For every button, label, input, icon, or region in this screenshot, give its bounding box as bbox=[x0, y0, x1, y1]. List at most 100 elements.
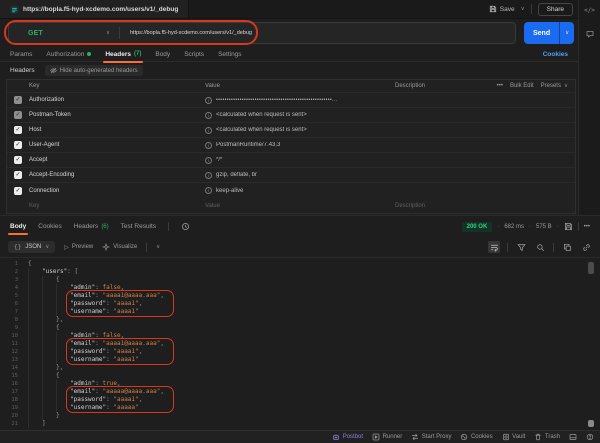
header-checkbox[interactable]: ✓ bbox=[14, 111, 22, 119]
header-key[interactable]: User-Agent bbox=[29, 142, 205, 148]
response-tab-body[interactable]: Body bbox=[10, 219, 26, 234]
header-value-cell[interactable]: igzip, deflate, br bbox=[205, 172, 395, 179]
hide-auto-generated-headers-button[interactable]: Hide auto-generated headers bbox=[45, 65, 143, 76]
header-value-cell[interactable]: i<calculated when request is sent> bbox=[205, 127, 395, 134]
code-snippet-icon[interactable]: </> bbox=[584, 7, 595, 14]
header-checkbox[interactable]: ✓ bbox=[14, 156, 22, 164]
cookies-link[interactable]: Cookies bbox=[543, 51, 568, 58]
method-selector[interactable]: GET ∨ bbox=[9, 30, 119, 37]
response-more-options-icon[interactable]: ••• bbox=[584, 224, 590, 230]
header-key[interactable]: Accept-Encoding bbox=[29, 172, 205, 178]
copy-icon bbox=[563, 243, 572, 252]
filter-button[interactable] bbox=[515, 241, 527, 253]
response-time[interactable]: 682 ms bbox=[504, 224, 524, 230]
response-tab-cookies[interactable]: Cookies bbox=[38, 219, 61, 234]
header-row-user-agent[interactable]: ✓ User-AgentiPostmanRuntime/7.43.3 bbox=[7, 138, 575, 153]
header-checkbox[interactable]: ✓ bbox=[14, 126, 22, 134]
header-key[interactable]: Connection bbox=[29, 188, 205, 194]
indent-guide bbox=[28, 292, 42, 300]
copy-button[interactable] bbox=[561, 241, 573, 253]
indent-guide bbox=[56, 308, 70, 316]
request-tab-params[interactable]: Params bbox=[10, 47, 32, 62]
comments-icon[interactable] bbox=[586, 30, 594, 38]
header-checkbox[interactable]: ✓ bbox=[14, 96, 22, 104]
header-key[interactable]: Postman-Token bbox=[29, 112, 205, 118]
request-tab-settings[interactable]: Settings bbox=[218, 47, 242, 62]
response-body-viewer[interactable]: 1{2"users": [3{4"admin": false,5"email":… bbox=[0, 260, 600, 430]
header-value-cell[interactable]: iPostmanRuntime/7.43.3 bbox=[205, 142, 395, 149]
vault-button[interactable]: Vault bbox=[502, 433, 526, 441]
link-icon-button[interactable] bbox=[580, 241, 592, 253]
indent-guide bbox=[28, 364, 42, 372]
code-line: 14}, bbox=[0, 364, 600, 372]
header-value-cell[interactable]: i•••••••••••••••••••••••••••••••••••••••… bbox=[205, 97, 395, 104]
request-icon bbox=[10, 5, 19, 14]
request-tab-authorization[interactable]: Authorization bbox=[46, 47, 91, 62]
header-key[interactable]: Authorization bbox=[29, 97, 205, 103]
preview-button[interactable]: ▷ Preview bbox=[64, 244, 93, 251]
line-content: "email": "aaaaa@aaaa.aaa", bbox=[28, 388, 164, 396]
more-options-icon[interactable]: ••• bbox=[497, 83, 503, 89]
response-tab-test-results[interactable]: Test Results bbox=[121, 219, 156, 234]
response-history-icon[interactable] bbox=[181, 222, 190, 231]
send-options-chevron-icon[interactable]: ∨ bbox=[559, 22, 574, 44]
header-row-accept-encoding[interactable]: ✓ Accept-Encodingigzip, deflate, br bbox=[7, 168, 575, 183]
header-value-cell[interactable]: i<calculated when request is sent> bbox=[205, 112, 395, 119]
bulk-edit-button[interactable]: Bulk Edit bbox=[510, 83, 534, 89]
key-placeholder[interactable]: Key bbox=[29, 203, 205, 209]
line-number: 4 bbox=[0, 284, 18, 292]
visualize-chevron-icon[interactable]: ∨ bbox=[156, 244, 160, 250]
help-icon[interactable] bbox=[586, 433, 594, 441]
header-row-host[interactable]: ✓ Hosti<calculated when request is sent> bbox=[7, 123, 575, 138]
presets-dropdown[interactable]: Presets ∨ bbox=[541, 83, 568, 89]
header-row-postman-token[interactable]: ✓ Postman-Tokeni<calculated when request … bbox=[7, 108, 575, 123]
scrollbar-thumb[interactable] bbox=[588, 420, 594, 427]
wrap-lines-icon bbox=[490, 243, 499, 252]
json-key: "admin" bbox=[70, 380, 95, 388]
header-key[interactable]: Accept bbox=[29, 157, 205, 163]
panel-toggle-icon[interactable] bbox=[569, 433, 577, 441]
request-tab-headers[interactable]: Headers(7) bbox=[105, 47, 141, 62]
request-tab-body[interactable]: Body bbox=[155, 47, 170, 62]
save-menu-chevron-icon[interactable]: ∨ bbox=[521, 6, 525, 12]
header-checkbox[interactable]: ✓ bbox=[14, 187, 22, 195]
json-punctuation: }, bbox=[56, 364, 63, 372]
description-placeholder[interactable]: Description bbox=[395, 203, 575, 209]
header-key[interactable]: Host bbox=[29, 127, 205, 133]
start-proxy-button[interactable]: Start Proxy bbox=[411, 433, 451, 441]
header-value-cell[interactable]: i*/* bbox=[205, 157, 395, 164]
indent-guide bbox=[56, 300, 70, 308]
postbot-button[interactable]: Postbot bbox=[332, 433, 363, 441]
header-checkbox[interactable]: ✓ bbox=[14, 171, 22, 179]
divider bbox=[146, 243, 147, 252]
save-button[interactable]: Save bbox=[489, 5, 515, 13]
header-row-accept[interactable]: ✓ Accepti*/* bbox=[7, 153, 575, 168]
header-checkbox[interactable]: ✓ bbox=[14, 141, 22, 149]
header-row-authorization[interactable]: ✓ Authorizationi•••••••••••••••••••••••••… bbox=[7, 93, 575, 108]
response-tab-headers[interactable]: Headers(6) bbox=[74, 219, 109, 234]
code-line: 13"username": "aaaa1" bbox=[0, 356, 600, 364]
scrollbar-thumb[interactable] bbox=[588, 262, 594, 274]
runner-button[interactable]: Runner bbox=[372, 433, 402, 441]
headers-table-header: Key Value Description ••• Bulk Edit Pres… bbox=[7, 80, 575, 93]
json-value: "aaaaa" bbox=[113, 404, 138, 412]
value-placeholder[interactable]: Value bbox=[205, 203, 395, 209]
trash-button[interactable]: Trash bbox=[534, 433, 560, 441]
new-header-row[interactable]: Key Value Description bbox=[7, 198, 575, 213]
response-format-dropdown[interactable]: {} JSON ∨ bbox=[8, 241, 55, 253]
cookies-button[interactable]: Cookies bbox=[460, 433, 492, 441]
status-badge[interactable]: 200 OK bbox=[462, 222, 493, 232]
open-request-tab[interactable]: https://bopla.f5-hyd-xcdemo.com/users/v1… bbox=[0, 0, 189, 18]
search-button[interactable] bbox=[534, 241, 546, 253]
url-input[interactable]: https://bopla.f5-hyd-xcdemo.com/users/v1… bbox=[120, 30, 252, 36]
response-size[interactable]: 575 B bbox=[536, 224, 552, 230]
share-button[interactable]: Share bbox=[538, 3, 573, 16]
header-row-connection[interactable]: ✓ Connectionikeep-alive bbox=[7, 183, 575, 198]
wrap-lines-button[interactable] bbox=[488, 241, 500, 253]
send-button[interactable]: Send bbox=[524, 22, 559, 44]
request-tab-scripts[interactable]: Scripts bbox=[184, 47, 204, 62]
save-response-icon[interactable] bbox=[564, 222, 573, 231]
visualize-button[interactable]: Visualize bbox=[102, 243, 137, 251]
header-value-cell[interactable]: ikeep-alive bbox=[205, 187, 395, 194]
json-punctuation: , bbox=[160, 340, 164, 348]
